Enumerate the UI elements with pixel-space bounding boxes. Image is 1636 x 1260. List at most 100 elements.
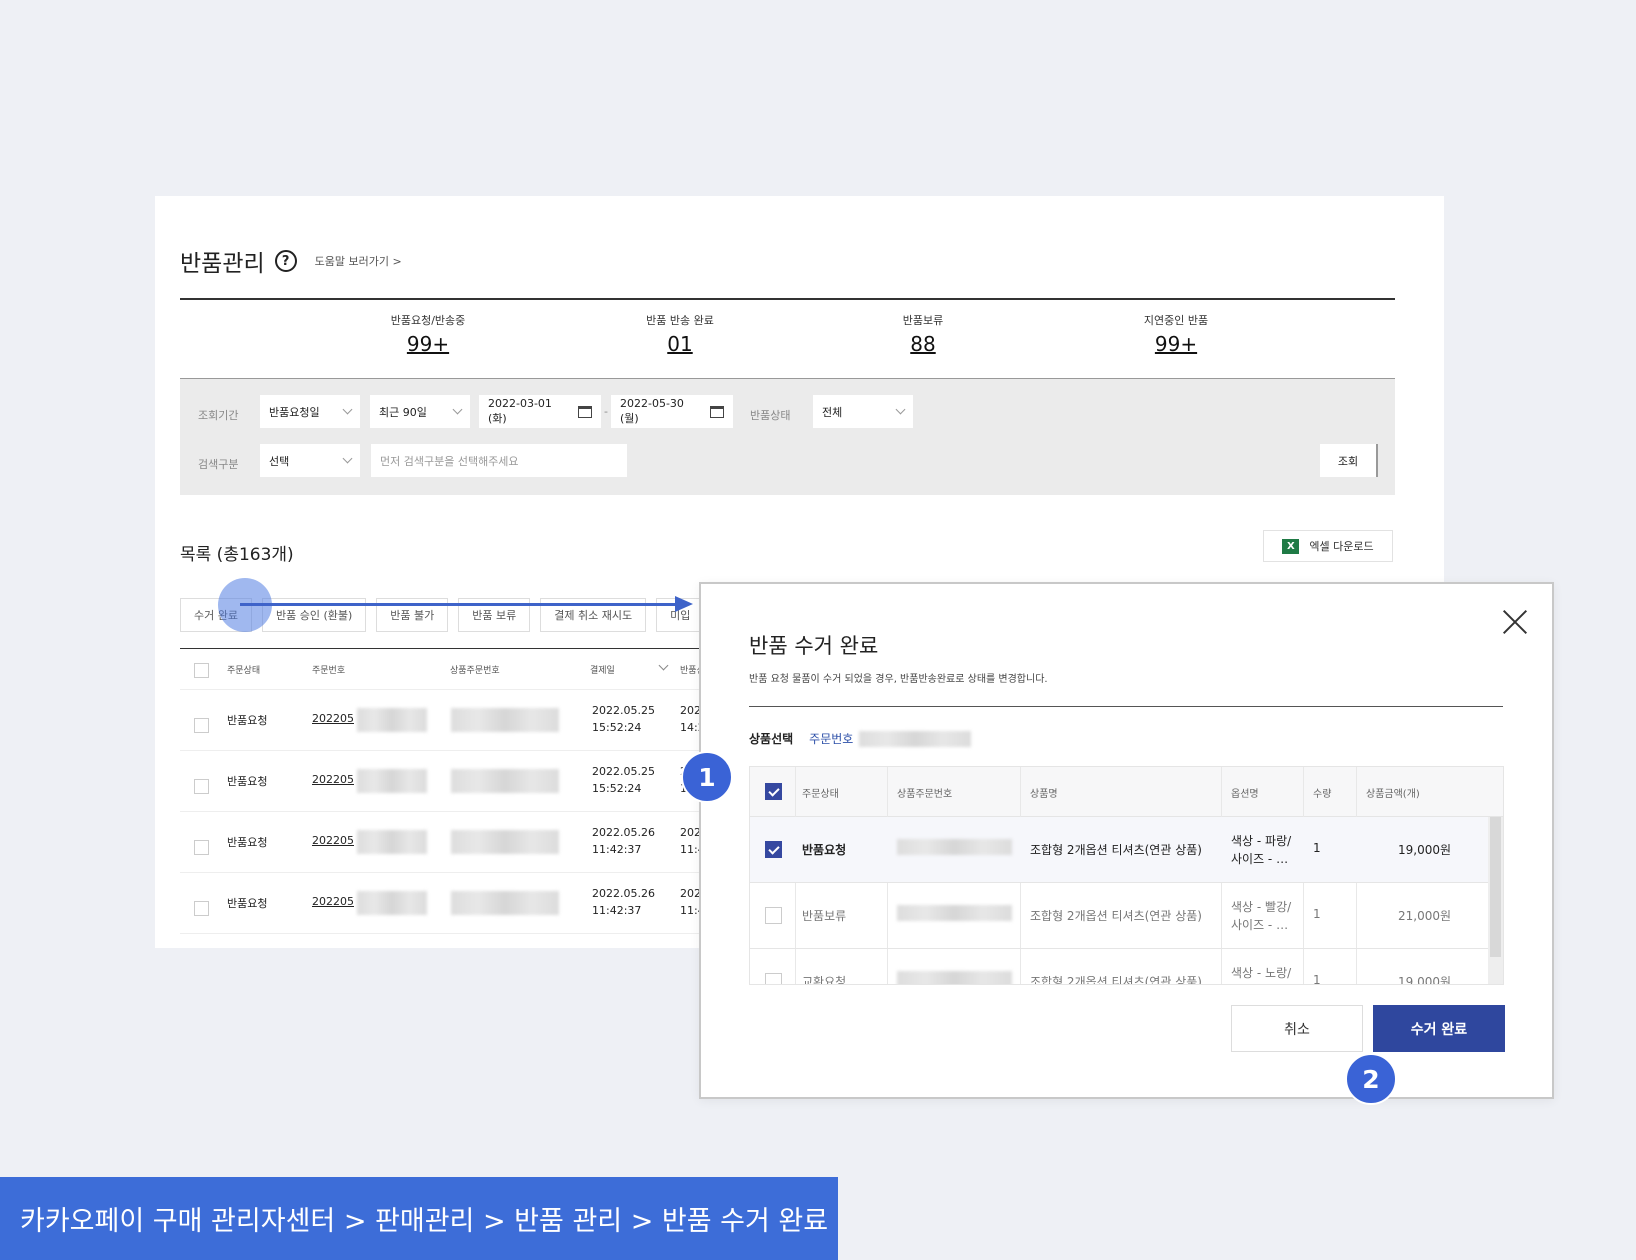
redacted-product-order <box>897 971 1012 984</box>
table-scrollbar[interactable] <box>1488 817 1503 984</box>
search-input[interactable]: 먼저 검색구분을 선택해주세요 <box>371 444 627 477</box>
row-product-name: 조합형 2개옵션 티셔츠(연관 상품) <box>1030 843 1202 857</box>
select-all-checkbox[interactable] <box>765 783 782 800</box>
calendar-icon[interactable] <box>578 405 592 418</box>
sort-chevron-icon[interactable] <box>658 660 669 671</box>
stat-return-hold[interactable]: 반품보류 88 <box>823 312 1023 356</box>
period-label: 조회기간 <box>198 409 239 422</box>
date-to-input[interactable]: 2022-05-30 (월) <box>611 395 733 428</box>
row-product-name: 조합형 2개옵션 티셔츠(연관 상품) <box>1030 909 1202 923</box>
redacted-product-order <box>897 839 1012 855</box>
select-all-checkbox[interactable] <box>194 663 209 678</box>
stat-return-requested[interactable]: 반품요청/반송중 99+ <box>328 312 528 356</box>
stat-value[interactable]: 01 <box>580 332 780 356</box>
row-time: 15:52:24 <box>592 782 642 795</box>
stat-label: 반품요청/반송중 <box>390 314 466 327</box>
redacted-product-order <box>451 891 559 915</box>
status-select[interactable]: 전체 <box>813 395 913 428</box>
row-checkbox[interactable] <box>765 841 782 858</box>
help-icon[interactable]: ? <box>274 250 297 272</box>
period-range-value: 최근 90일 <box>379 405 427 419</box>
close-icon[interactable] <box>1501 608 1529 636</box>
chevron-down-icon <box>452 404 463 415</box>
row-checkbox[interactable] <box>194 718 209 733</box>
date-to-value: 2022-05-30 (월) <box>620 397 684 425</box>
row-checkbox[interactable] <box>194 840 209 855</box>
date-from-input[interactable]: 2022-03-01 (화) <box>479 395 601 428</box>
search-button[interactable]: 조회 <box>1320 444 1378 477</box>
row-status: 반품요청 <box>227 836 268 849</box>
help-link[interactable]: 도움말 보러가기 > <box>315 253 402 269</box>
date-separator: - <box>604 405 608 418</box>
calendar-icon[interactable] <box>710 405 724 418</box>
row-option-line2: 사이즈 - … <box>1231 852 1289 866</box>
row-status: 반품요청 <box>227 714 268 727</box>
modal-description: 반품 요청 물품이 수거 되었을 경우, 반품반송완료로 상태를 변경합니다. <box>749 674 1048 685</box>
row-status: 반품보류 <box>802 909 847 923</box>
row-product-name: 조합형 2개옵션 티셔츠(연관 상품) <box>1030 975 1202 985</box>
period-type-value: 반품요청일 <box>269 405 320 419</box>
connector-arrow-line <box>240 603 675 606</box>
row-order-link[interactable]: 202205 <box>312 773 354 786</box>
stat-return-complete[interactable]: 반품 반송 완료 01 <box>580 312 780 356</box>
product-select-label: 상품선택 <box>749 732 794 746</box>
row-option-line2: 사이즈 - … <box>1231 918 1289 932</box>
redacted-product-order <box>451 708 559 732</box>
status-label: 반품상태 <box>750 409 791 422</box>
row-price: 19,000원 <box>1398 975 1452 985</box>
cancel-button[interactable]: 취소 <box>1231 1005 1363 1052</box>
modal-table-row[interactable]: 교환요청 조합형 2개옵션 티셔츠(연관 상품) 색상 - 노랑/ 1 19,0… <box>750 949 1490 985</box>
breadcrumb: 카카오페이 구매 관리자센터 > 판매관리 > 반품 관리 > 반품 수거 완료 <box>0 1177 838 1260</box>
stat-value[interactable]: 99+ <box>328 332 528 356</box>
col-product-order: 상품주문번호 <box>897 789 953 800</box>
order-number-label: 주문번호 <box>809 732 854 746</box>
row-checkbox[interactable] <box>765 973 782 984</box>
row-return-date: 202 <box>680 704 701 717</box>
modal-table-header: 주문상태 상품주문번호 상품명 옵션명 수량 상품금액(개) <box>750 767 1503 817</box>
status-value: 전체 <box>822 405 843 419</box>
row-checkbox[interactable] <box>765 907 782 924</box>
redacted-order <box>357 891 427 915</box>
redacted-order <box>357 830 427 854</box>
period-type-select[interactable]: 반품요청일 <box>260 395 360 428</box>
row-option-line1: 색상 - 노랑/ <box>1231 966 1292 980</box>
row-quantity: 1 <box>1313 907 1321 921</box>
stat-value[interactable]: 99+ <box>1076 332 1276 356</box>
row-price: 19,000원 <box>1398 843 1452 857</box>
row-return-date: 202 <box>680 826 701 839</box>
row-option-line1: 색상 - 빨강/ <box>1231 900 1292 914</box>
row-checkbox[interactable] <box>194 779 209 794</box>
chevron-down-icon <box>342 404 353 415</box>
row-status: 교환요청 <box>802 975 847 985</box>
scroll-thumb[interactable] <box>1490 817 1501 957</box>
product-select-row: 상품선택 주문번호 <box>749 730 972 747</box>
row-order-link[interactable]: 202205 <box>312 834 354 847</box>
search-type-select[interactable]: 선택 <box>260 444 360 477</box>
modal-table-row[interactable]: 반품보류 조합형 2개옵션 티셔츠(연관 상품) 색상 - 빨강/ 사이즈 - … <box>750 883 1490 949</box>
modal-title: 반품 수거 완료 <box>749 634 879 658</box>
row-quantity: 1 <box>1313 973 1321 985</box>
col-paid-date[interactable]: 결제일 <box>590 663 615 676</box>
col-price: 상품금액(개) <box>1366 789 1420 800</box>
modal-table-row[interactable]: 반품요청 조합형 2개옵션 티셔츠(연관 상품) 색상 - 파랑/ 사이즈 - … <box>750 817 1490 883</box>
redacted-product-order <box>897 905 1012 921</box>
confirm-pickup-button[interactable]: 수거 완료 <box>1373 1005 1505 1052</box>
redacted-order-number <box>859 730 972 747</box>
modal-product-table: 주문상태 상품주문번호 상품명 옵션명 수량 상품금액(개) 반품요청 조합형 … <box>749 766 1504 985</box>
row-checkbox[interactable] <box>194 901 209 916</box>
row-date: 2022.05.26 <box>592 887 655 900</box>
title-divider <box>180 298 1395 300</box>
stat-label: 반품 반송 완료 <box>646 314 714 327</box>
period-range-select[interactable]: 최근 90일 <box>370 395 470 428</box>
stat-return-delayed[interactable]: 지연중인 반품 99+ <box>1076 312 1276 356</box>
arrow-right-icon <box>675 596 693 612</box>
stat-label: 반품보류 <box>902 314 944 327</box>
row-order-link[interactable]: 202205 <box>312 895 354 908</box>
date-from-value: 2022-03-01 (화) <box>488 397 552 425</box>
row-option-line1: 색상 - 파랑/ <box>1231 834 1292 848</box>
row-order-link[interactable]: 202205 <box>312 712 354 725</box>
col-option: 옵션명 <box>1231 789 1259 800</box>
list-title: 목록 (총163개) <box>180 545 294 565</box>
excel-download-button[interactable]: X 엑셀 다운로드 <box>1263 530 1393 562</box>
stat-value[interactable]: 88 <box>823 332 1023 356</box>
